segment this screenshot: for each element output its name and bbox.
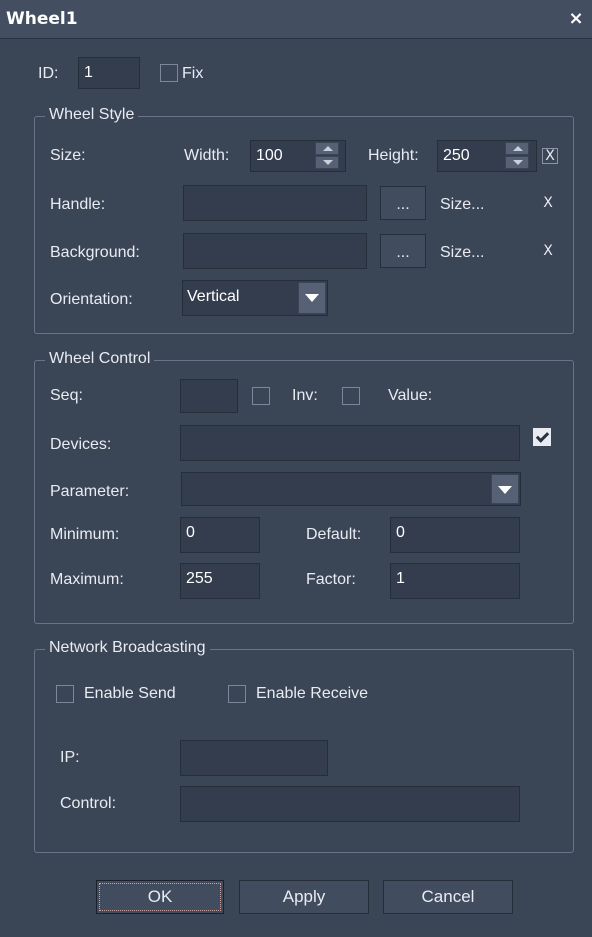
chevron-down-icon[interactable] — [491, 474, 519, 504]
cancel-button[interactable]: Cancel — [383, 880, 513, 914]
width-up-icon[interactable] — [315, 142, 339, 155]
size-clear-icon[interactable]: X — [542, 148, 558, 164]
control-field[interactable] — [180, 786, 520, 822]
seq-checkbox[interactable] — [252, 387, 270, 405]
window-title: Wheel1 — [6, 9, 78, 29]
background-label: Background: — [50, 244, 140, 261]
orientation-select[interactable]: Vertical — [182, 280, 328, 316]
orientation-label: Orientation: — [50, 291, 133, 308]
handle-label: Handle: — [50, 196, 106, 213]
enable-receive-checkbox[interactable] — [228, 685, 246, 703]
control-label: Control: — [60, 795, 117, 812]
ip-field[interactable] — [180, 740, 328, 776]
apply-button[interactable]: Apply — [239, 880, 369, 914]
inv-label: Inv: — [292, 387, 318, 404]
default-label: Default: — [306, 526, 362, 543]
devices-field[interactable] — [180, 425, 520, 461]
height-down-icon[interactable] — [505, 156, 529, 169]
factor-label: Factor: — [306, 571, 356, 588]
default-field[interactable]: 0 — [390, 517, 520, 553]
background-browse-button[interactable]: ... — [380, 234, 426, 268]
factor-field[interactable]: 1 — [390, 563, 520, 599]
handle-clear-icon[interactable]: X — [540, 196, 556, 212]
devices-checkbox[interactable] — [533, 428, 551, 446]
handle-field[interactable] — [183, 185, 367, 221]
fix-checkbox[interactable] — [160, 64, 178, 82]
handle-size-link[interactable]: Size... — [440, 195, 484, 215]
size-label: Size: — [50, 147, 86, 164]
network-title: Network Broadcasting — [45, 638, 210, 658]
maximum-label: Maximum: — [50, 571, 124, 588]
wheel-style-title: Wheel Style — [45, 105, 139, 125]
minimum-field[interactable]: 0 — [180, 517, 260, 553]
wheel-control-title: Wheel Control — [45, 349, 155, 369]
ip-label: IP: — [60, 749, 80, 766]
width-spinner[interactable] — [313, 141, 341, 171]
value-label: Value: — [388, 387, 433, 404]
parameter-label: Parameter: — [50, 483, 130, 500]
handle-browse-button[interactable]: ... — [380, 186, 426, 220]
enable-receive-label: Enable Receive — [256, 685, 369, 702]
id-field[interactable]: 1 — [78, 57, 140, 89]
seq-field[interactable] — [180, 379, 238, 413]
fix-label: Fix — [182, 65, 204, 82]
parameter-select[interactable] — [181, 472, 521, 506]
enable-send-checkbox[interactable] — [56, 685, 74, 703]
enable-send-label: Enable Send — [84, 685, 176, 702]
seq-label: Seq: — [50, 387, 83, 404]
orientation-value: Vertical — [187, 288, 240, 305]
devices-label: Devices: — [50, 436, 112, 453]
id-label: ID: — [38, 65, 59, 82]
title-bar: Wheel1 × — [0, 0, 592, 39]
ok-button-label: OK — [99, 883, 221, 911]
width-label: Width: — [184, 147, 230, 164]
height-spinner[interactable] — [503, 141, 531, 171]
inv-checkbox[interactable] — [342, 387, 360, 405]
chevron-down-icon[interactable] — [298, 282, 326, 314]
background-size-link[interactable]: Size... — [440, 243, 484, 263]
height-up-icon[interactable] — [505, 142, 529, 155]
background-clear-icon[interactable]: X — [540, 244, 556, 260]
background-field[interactable] — [183, 233, 367, 269]
ok-button[interactable]: OK — [96, 880, 224, 914]
close-icon[interactable]: × — [566, 9, 586, 29]
minimum-label: Minimum: — [50, 526, 120, 543]
maximum-field[interactable]: 255 — [180, 563, 260, 599]
width-down-icon[interactable] — [315, 156, 339, 169]
height-label: Height: — [368, 147, 419, 164]
